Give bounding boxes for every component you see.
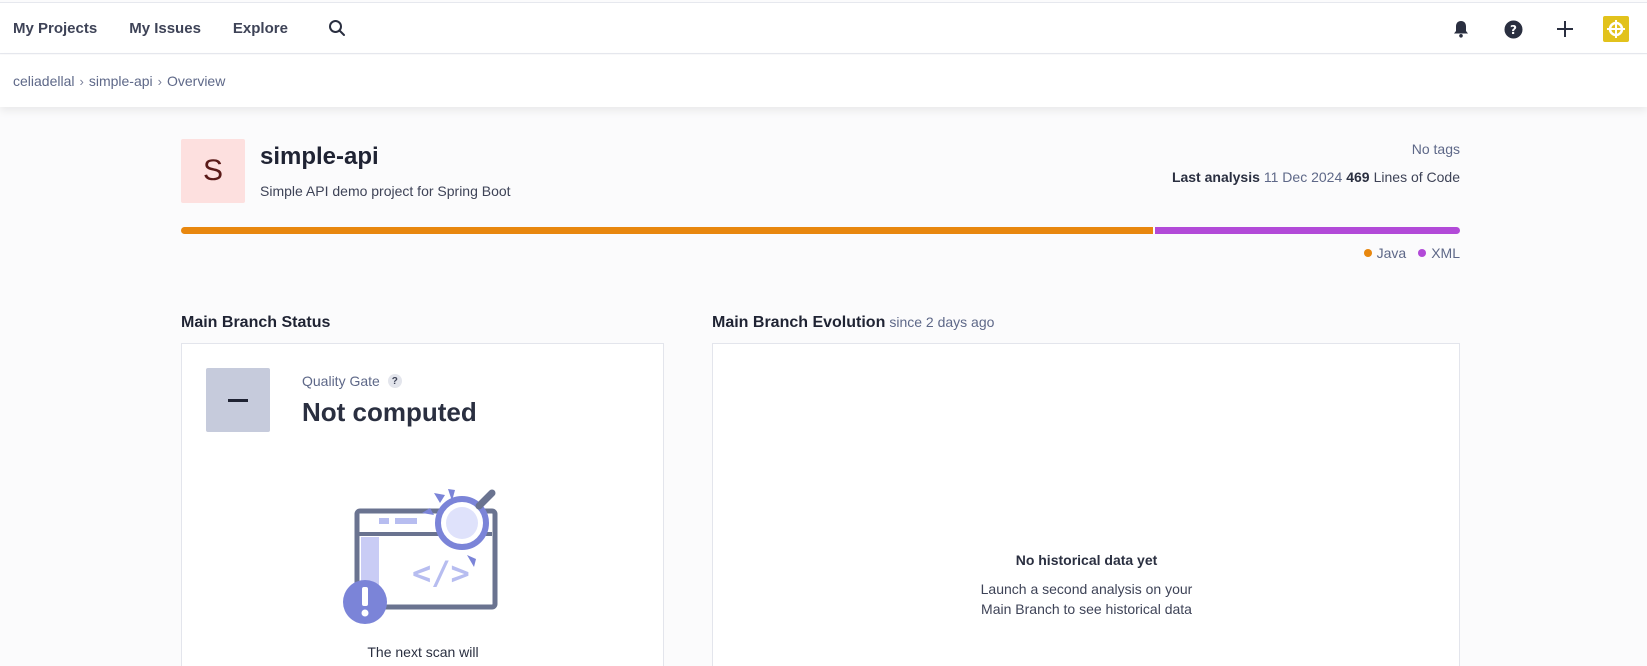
last-analysis-info: Last analysis 11 Dec 2024 469 Lines of Code xyxy=(1172,169,1460,185)
lines-of-code-label: Lines of Code xyxy=(1373,169,1460,185)
legend-java-label: Java xyxy=(1376,245,1407,261)
project-avatar: S xyxy=(181,139,245,203)
plus-icon[interactable] xyxy=(1553,17,1577,41)
evolution-since: since 2 days ago xyxy=(889,314,995,330)
search-icon[interactable] xyxy=(328,19,346,37)
main-branch-evolution-card: No historical data yet Launch a second a… xyxy=(712,343,1460,666)
help-icon[interactable]: ? xyxy=(387,374,402,388)
breadcrumb: celiadellal › simple-api › Overview xyxy=(0,55,1647,107)
lines-of-code-value: 469 xyxy=(1346,169,1370,185)
xml-dot-icon xyxy=(1418,249,1427,257)
quality-gate-label: Quality Gate xyxy=(302,373,380,389)
language-distribution-bar xyxy=(181,227,1460,234)
top-navigation: My Projects My Issues Explore ? xyxy=(0,2,1647,54)
quality-gate-status-box xyxy=(206,368,270,432)
quality-gate-value: Not computed xyxy=(302,397,477,427)
empty-state-title: No historical data yet xyxy=(1015,552,1158,568)
help-icon[interactable]: ? xyxy=(1501,17,1525,41)
language-segment-java xyxy=(181,227,1154,234)
main-branch-status-title: Main Branch Status xyxy=(181,314,331,331)
last-analysis-label: Last analysis xyxy=(1171,169,1260,185)
bell-icon[interactable] xyxy=(1449,17,1473,41)
legend-item-java: Java xyxy=(1363,245,1407,261)
empty-state-line-1: Launch a second analysis on your xyxy=(980,581,1193,597)
quality-gate-label-row: Quality Gate ? xyxy=(302,373,402,389)
language-legend: Java XML xyxy=(1352,245,1460,261)
breadcrumb-current: Overview xyxy=(166,73,226,89)
main-branch-evolution-title: Main Branch Evolution since 2 days ago xyxy=(712,314,994,332)
legend-item-xml: XML xyxy=(1418,245,1460,261)
chevron-right-icon: › xyxy=(79,73,84,89)
next-scan-text: The next scan will xyxy=(367,644,479,660)
nav-my-issues[interactable]: My Issues xyxy=(129,20,201,37)
java-dot-icon xyxy=(1363,249,1372,257)
code-scan-illustration: </> xyxy=(342,489,507,629)
nav-right-actions: ? xyxy=(1421,3,1647,55)
svg-text:?: ? xyxy=(1510,23,1517,37)
chevron-right-icon: › xyxy=(157,73,162,89)
nav-my-projects[interactable]: My Projects xyxy=(13,20,97,37)
dash-icon xyxy=(228,398,248,402)
breadcrumb-project[interactable]: simple-api xyxy=(89,73,153,89)
empty-state-line-2: Main Branch to see historical data xyxy=(981,601,1192,617)
language-segment-xml xyxy=(1153,227,1460,234)
avatar[interactable] xyxy=(1603,16,1629,42)
empty-state-description: Launch a second analysis on your Main Br… xyxy=(713,579,1460,619)
evolution-title-text: Main Branch Evolution xyxy=(712,314,886,331)
page-title: simple-api xyxy=(260,143,379,170)
main-branch-status-card: Quality Gate ? Not computed </> The next… xyxy=(181,343,664,666)
project-tags[interactable]: No tags xyxy=(1412,141,1460,157)
svg-text:</>: </> xyxy=(412,554,470,592)
nav-explore[interactable]: Explore xyxy=(233,20,288,37)
project-description: Simple API demo project for Spring Boot xyxy=(260,183,511,199)
last-analysis-date: 11 Dec 2024 xyxy=(1263,169,1343,185)
legend-xml-label: XML xyxy=(1431,245,1460,261)
breadcrumb-org[interactable]: celiadellal xyxy=(13,73,74,89)
